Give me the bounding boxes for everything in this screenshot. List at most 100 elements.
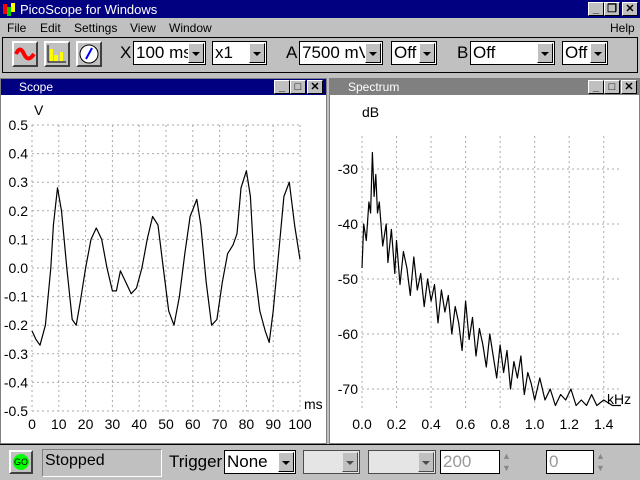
- menu-edit[interactable]: Edit: [40, 21, 61, 35]
- scope-close-button[interactable]: ✕: [307, 80, 323, 94]
- scope-chart: 0 10 20 30 40 50 60 70 80 90 100 0.5 0.4 0.3 0.2 0.1 0.0…: [4, 102, 323, 432]
- x-tick-label: 0: [28, 416, 36, 432]
- y-tick-label: 0.4: [9, 146, 29, 162]
- close-button[interactable]: ✕: [622, 2, 638, 16]
- x-tick-label: 1.0: [525, 416, 545, 432]
- x-tick-label: 70: [212, 416, 228, 432]
- x-tick-label: 20: [78, 416, 94, 432]
- y-axis-label: V: [34, 102, 44, 118]
- chevron-down-icon[interactable]: [590, 43, 606, 63]
- x-tick-label: 40: [131, 416, 147, 432]
- channel-a-range-select[interactable]: 7500 mV: [299, 41, 383, 65]
- trigger-delay-input[interactable]: 0: [546, 450, 594, 474]
- spectrum-close-button[interactable]: ✕: [621, 80, 637, 94]
- menu-file[interactable]: File: [7, 21, 26, 35]
- x-tick-label: 10: [51, 416, 67, 432]
- meter-view-button[interactable]: [76, 41, 102, 67]
- picoscope-logo-icon: [3, 3, 15, 16]
- x-tick-label: 1.4: [594, 416, 614, 432]
- y-tick-label: 0.2: [9, 203, 29, 219]
- y-tick-label: -30: [338, 161, 358, 177]
- x-tick-label: 90: [265, 416, 281, 432]
- y-tick-label: -70: [338, 381, 358, 397]
- trigger-mode-value: None: [227, 452, 268, 471]
- y-tick-label: -50: [338, 271, 358, 287]
- chevron-down-icon[interactable]: [278, 452, 294, 472]
- spectrum-window: Spectrum _ □ ✕ 0.0 0.2 0.4 0.6 0.8 1.0 1.2 1.4 -…: [329, 78, 640, 444]
- status-bar: GO Stopped Trigger None 200 ▲ ▼ 0 ▲ ▼: [0, 444, 640, 480]
- x-tick-label: 0.0: [352, 416, 372, 432]
- a-label: A: [286, 43, 298, 62]
- chevron-down-icon[interactable]: [249, 43, 265, 63]
- waveform-icon: [14, 47, 36, 61]
- multiplier-select[interactable]: x1: [212, 41, 267, 65]
- channel-a-coupling-select[interactable]: Off: [391, 41, 437, 65]
- scope-minimize-button[interactable]: _: [274, 80, 290, 94]
- x-tick-label: 1.2: [559, 416, 579, 432]
- spectrum-maximize-button[interactable]: □: [604, 80, 620, 94]
- trigger-channel-select[interactable]: [303, 450, 360, 474]
- timebase-select[interactable]: 100 ms: [133, 41, 206, 65]
- x-tick-label: 0.4: [421, 416, 441, 432]
- y-tick-label: 0.3: [9, 174, 29, 190]
- x-tick-label: 80: [239, 416, 255, 432]
- x-tick-label: 100: [288, 416, 312, 432]
- go-label: GO: [13, 454, 29, 470]
- x-tick-label: 0.8: [490, 416, 510, 432]
- y-tick-label: -0.5: [4, 403, 28, 419]
- timebase-value: 100 ms: [136, 43, 192, 62]
- y-tick-label: -0.2: [4, 317, 28, 333]
- go-button[interactable]: GO: [9, 450, 33, 474]
- menu-window[interactable]: Window: [169, 21, 212, 35]
- channel-b-range-select[interactable]: Off: [470, 41, 555, 65]
- scope-title: Scope: [19, 80, 54, 94]
- chevron-down-icon[interactable]: [342, 452, 358, 472]
- x-axis-label: ms: [304, 396, 323, 412]
- minimize-button[interactable]: _: [588, 2, 604, 16]
- trigger-label: Trigger: [169, 452, 223, 471]
- restore-button[interactable]: ❐: [604, 2, 620, 16]
- channel-b-coupling-select[interactable]: Off: [562, 41, 608, 65]
- chevron-down-icon[interactable]: [537, 43, 553, 63]
- trigger-delay-spinner[interactable]: ▲ ▼: [596, 450, 605, 474]
- trigger-level-input[interactable]: 200: [440, 450, 500, 474]
- menu-settings[interactable]: Settings: [74, 21, 117, 35]
- y-tick-label: -0.3: [4, 346, 28, 362]
- scope-window: Scope _ □ ✕ 0 10 20 30 40 50 60 70 80 90 100 0.5 0.4…: [0, 78, 327, 444]
- trigger-mode-select[interactable]: None: [224, 450, 296, 474]
- chevron-down-icon[interactable]: [419, 43, 435, 63]
- menu-bar: File Edit Settings View Window Help: [0, 18, 640, 36]
- b-label: B: [457, 43, 469, 62]
- scope-view-button[interactable]: [12, 41, 38, 67]
- y-tick-label: 0.1: [9, 231, 29, 247]
- y-tick-label: 0.5: [9, 117, 29, 133]
- trigger-level-spinner[interactable]: ▲ ▼: [502, 450, 511, 474]
- chevron-down-icon[interactable]: [418, 452, 434, 472]
- x-tick-label: 0.2: [387, 416, 407, 432]
- b-range-value: Off: [473, 43, 496, 62]
- spectrum-chart: 0.0 0.2 0.4 0.6 0.8 1.0 1.2 1.4 -30 -40 -50 -60 -70 d…: [338, 104, 631, 432]
- y-tick-label: 0.0: [9, 260, 29, 276]
- x-label: X: [120, 43, 132, 62]
- spectrum-title: Spectrum: [348, 80, 400, 94]
- a-range-value: 7500 mV: [302, 43, 371, 62]
- x-tick-label: 50: [158, 416, 174, 432]
- y-tick-label: -0.1: [4, 289, 28, 305]
- y-tick-label: -60: [338, 326, 358, 342]
- chevron-down-icon[interactable]: [188, 43, 204, 63]
- meter-dial-icon: [79, 44, 99, 64]
- spectrum-view-button[interactable]: [44, 41, 70, 67]
- y-tick-label: -40: [338, 216, 358, 232]
- menu-view[interactable]: View: [130, 21, 156, 35]
- scope-maximize-button[interactable]: □: [290, 80, 306, 94]
- x-tick-label: 60: [185, 416, 201, 432]
- status-text: Stopped: [42, 449, 162, 477]
- x-tick-label: 0.6: [456, 416, 476, 432]
- trigger-direction-select[interactable]: [368, 450, 436, 474]
- y-tick-label: -0.4: [4, 374, 28, 390]
- menu-help[interactable]: Help: [610, 21, 635, 35]
- spectrum-minimize-button[interactable]: _: [588, 80, 604, 94]
- a-coupling-value: Off: [394, 43, 417, 62]
- app-title-bar: PicoScope for Windows _ ❐ ✕: [0, 0, 640, 18]
- chevron-down-icon[interactable]: [365, 43, 381, 63]
